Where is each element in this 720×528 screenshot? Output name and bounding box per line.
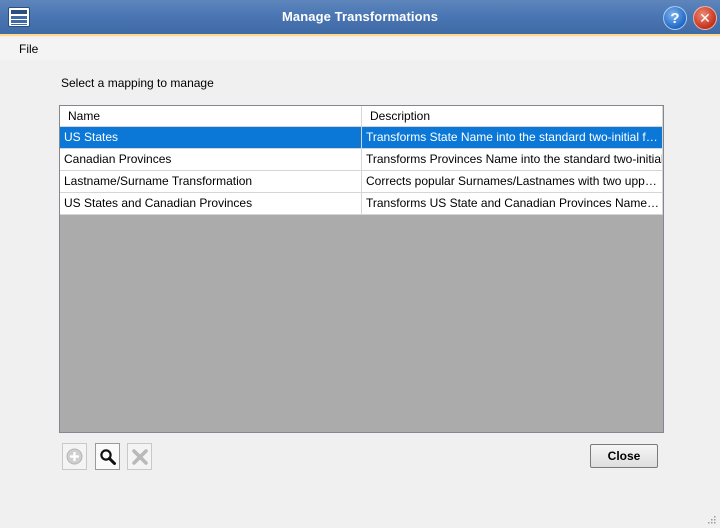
add-circle-icon	[66, 448, 83, 465]
cell-name: US States	[60, 127, 362, 148]
status-strip	[0, 508, 720, 528]
cell-description: Transforms State Name into the standard …	[362, 127, 663, 148]
prompt-label: Select a mapping to manage	[61, 76, 214, 90]
magnifier-icon	[99, 448, 116, 465]
table-row[interactable]: US States and Canadian Provinces Transfo…	[60, 193, 663, 215]
table-row[interactable]: US States Transforms State Name into the…	[60, 127, 663, 149]
delete-mapping-button[interactable]	[127, 443, 152, 470]
column-header-name[interactable]: Name	[60, 106, 362, 127]
cell-description: Corrects popular Surnames/Lastnames with…	[362, 171, 663, 192]
view-mapping-button[interactable]	[95, 443, 120, 470]
cell-description: Transforms US State and Canadian Provinc…	[362, 193, 663, 214]
table-row[interactable]: Canadian Provinces Transforms Provinces …	[60, 149, 663, 171]
resize-grip-icon[interactable]	[706, 514, 716, 524]
cell-name: Lastname/Surname Transformation	[60, 171, 362, 192]
help-icon: ?	[670, 9, 680, 27]
cell-name: Canadian Provinces	[60, 149, 362, 170]
title-bar: Manage Transformations ? ✕	[0, 0, 720, 36]
help-button[interactable]: ?	[663, 6, 687, 30]
grid-header: Name Description	[60, 106, 663, 127]
mappings-grid[interactable]: Name Description US States Transforms St…	[59, 105, 664, 433]
cell-description: Transforms Provinces Name into the stand…	[362, 149, 663, 170]
cell-name: US States and Canadian Provinces	[60, 193, 362, 214]
menu-file[interactable]: File	[19, 42, 38, 56]
table-row[interactable]: Lastname/Surname Transformation Corrects…	[60, 171, 663, 193]
window-close-button[interactable]: ✕	[693, 6, 717, 30]
close-icon: ✕	[699, 9, 711, 26]
add-mapping-button[interactable]	[62, 443, 87, 470]
delete-x-icon	[131, 448, 148, 465]
window-title: Manage Transformations	[281, 9, 439, 24]
menu-bar: File	[0, 38, 720, 60]
column-header-description[interactable]: Description	[362, 106, 663, 127]
close-button[interactable]: Close	[590, 444, 658, 468]
